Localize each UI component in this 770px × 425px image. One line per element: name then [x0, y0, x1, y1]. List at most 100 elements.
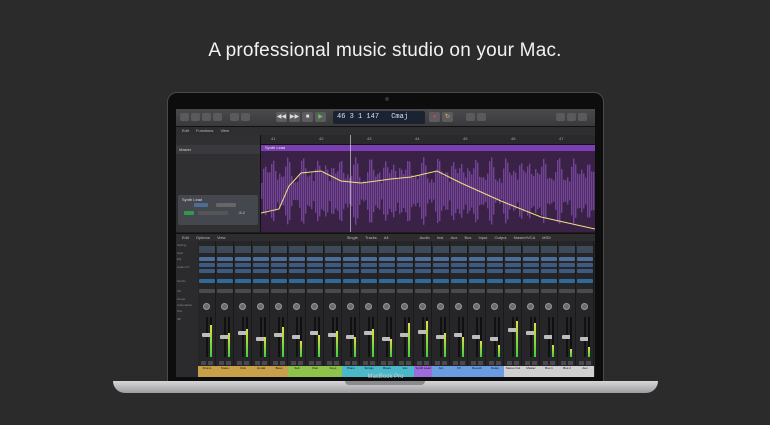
eq-thumbnail[interactable]: [451, 246, 467, 253]
send-slot[interactable]: [451, 279, 467, 283]
plugin-slot[interactable]: [289, 269, 305, 273]
mute-button[interactable]: [579, 361, 584, 365]
mute-button[interactable]: [543, 361, 548, 365]
pan-knob[interactable]: [329, 303, 336, 310]
io-slot[interactable]: [433, 289, 449, 293]
eq-thumbnail[interactable]: [487, 246, 503, 253]
send-slot[interactable]: [343, 279, 359, 283]
record-enable-button[interactable]: [184, 211, 194, 215]
solo-button[interactable]: [514, 361, 519, 365]
eq-thumbnail[interactable]: [289, 246, 305, 253]
metronome-button[interactable]: [466, 113, 475, 121]
pan-knob[interactable]: [509, 303, 516, 310]
channel-strip[interactable]: Hi-Hat: [252, 241, 270, 377]
pan-knob[interactable]: [221, 303, 228, 310]
mute-button[interactable]: [471, 361, 476, 365]
plugin-slot[interactable]: [505, 269, 521, 273]
plugin-slot[interactable]: [541, 269, 557, 273]
io-slot[interactable]: [235, 289, 251, 293]
eq-thumbnail[interactable]: [199, 246, 215, 253]
channel-strip[interactable]: Drums: [198, 241, 216, 377]
pan-knob[interactable]: [563, 303, 570, 310]
mixer-tracks-button[interactable]: Tracks: [365, 235, 377, 240]
record-button[interactable]: ●: [429, 112, 440, 122]
plugin-slot[interactable]: [235, 257, 251, 261]
channel-strip[interactable]: Delay: [486, 241, 504, 377]
pan-knob[interactable]: [239, 303, 246, 310]
plugin-slot[interactable]: [361, 269, 377, 273]
plugin-slot[interactable]: [505, 257, 521, 261]
plugin-slot[interactable]: [199, 257, 215, 261]
mute-button[interactable]: [237, 361, 242, 365]
plugin-slot[interactable]: [271, 263, 287, 267]
eq-thumbnail[interactable]: [577, 246, 593, 253]
tuner-button[interactable]: [477, 113, 486, 121]
plugin-slot[interactable]: [217, 263, 233, 267]
library-button[interactable]: [180, 113, 189, 121]
send-slot[interactable]: [487, 279, 503, 283]
plugin-slot[interactable]: [217, 257, 233, 261]
pan-knob[interactable]: [365, 303, 372, 310]
io-slot[interactable]: [361, 289, 377, 293]
plugin-slot[interactable]: [469, 269, 485, 273]
send-slot[interactable]: [397, 279, 413, 283]
input-slot[interactable]: [194, 203, 208, 207]
channel-strip[interactable]: Brass: [378, 241, 396, 377]
mixer-menu-edit[interactable]: Edit: [182, 235, 189, 240]
timeline-ruler[interactable]: 41 42 43 44 45 46 47: [261, 135, 595, 145]
plugin-slot[interactable]: [199, 269, 215, 273]
plugin-slot[interactable]: [433, 257, 449, 261]
plugin-slot[interactable]: [505, 263, 521, 267]
mixer-menu-options[interactable]: Options: [196, 235, 210, 240]
plugin-slot[interactable]: [235, 269, 251, 273]
filter-aux[interactable]: Aux: [450, 235, 457, 240]
plugin-slot[interactable]: [541, 257, 557, 261]
eq-thumbnail[interactable]: [415, 246, 431, 253]
mute-button[interactable]: [435, 361, 440, 365]
track-header[interactable]: Synth Lead -5.2: [178, 195, 258, 225]
io-slot[interactable]: [343, 289, 359, 293]
plugin-slot[interactable]: [271, 269, 287, 273]
channel-strip[interactable]: Arp: [432, 241, 450, 377]
io-slot[interactable]: [415, 289, 431, 293]
plugin-slot[interactable]: [559, 269, 575, 273]
plugin-slot[interactable]: [451, 257, 467, 261]
pan-knob[interactable]: [581, 303, 588, 310]
filter-input[interactable]: Input: [479, 235, 488, 240]
mute-button[interactable]: [345, 361, 350, 365]
mute-button[interactable]: [201, 361, 206, 365]
pan-knob[interactable]: [527, 303, 534, 310]
mute-button[interactable]: [273, 361, 278, 365]
eq-thumbnail[interactable]: [541, 246, 557, 253]
io-slot[interactable]: [379, 289, 395, 293]
plugin-slot[interactable]: [487, 269, 503, 273]
channel-strip[interactable]: Bus 1: [540, 241, 558, 377]
plugin-slot[interactable]: [397, 269, 413, 273]
channel-strip[interactable]: Synth Lead: [414, 241, 432, 377]
solo-button[interactable]: [388, 361, 393, 365]
filter-inst[interactable]: Inst: [437, 235, 443, 240]
lcd-display[interactable]: 46 3 1 147 Cmaj: [333, 111, 425, 124]
plugin-slot[interactable]: [415, 269, 431, 273]
channel-strip[interactable]: Master: [522, 241, 540, 377]
channel-strip[interactable]: FX: [450, 241, 468, 377]
channel-strip[interactable]: Vox: [396, 241, 414, 377]
plugin-slot[interactable]: [433, 263, 449, 267]
solo-button[interactable]: [532, 361, 537, 365]
mute-button[interactable]: [255, 361, 260, 365]
plugin-slot[interactable]: [577, 257, 593, 261]
pan-knob[interactable]: [203, 303, 210, 310]
plugin-slot[interactable]: [289, 263, 305, 267]
eq-thumbnail[interactable]: [469, 246, 485, 253]
plugin-slot[interactable]: [199, 263, 215, 267]
mixer-single-button[interactable]: Single: [347, 235, 358, 240]
mute-button[interactable]: [219, 361, 224, 365]
plugin-slot[interactable]: [253, 263, 269, 267]
eq-thumbnail[interactable]: [397, 246, 413, 253]
plugin-slot[interactable]: [415, 263, 431, 267]
send-slot[interactable]: [577, 279, 593, 283]
mute-button[interactable]: [489, 361, 494, 365]
channel-strip[interactable]: Pad: [306, 241, 324, 377]
smart-controls-button[interactable]: [230, 113, 239, 121]
solo-button[interactable]: [496, 361, 501, 365]
